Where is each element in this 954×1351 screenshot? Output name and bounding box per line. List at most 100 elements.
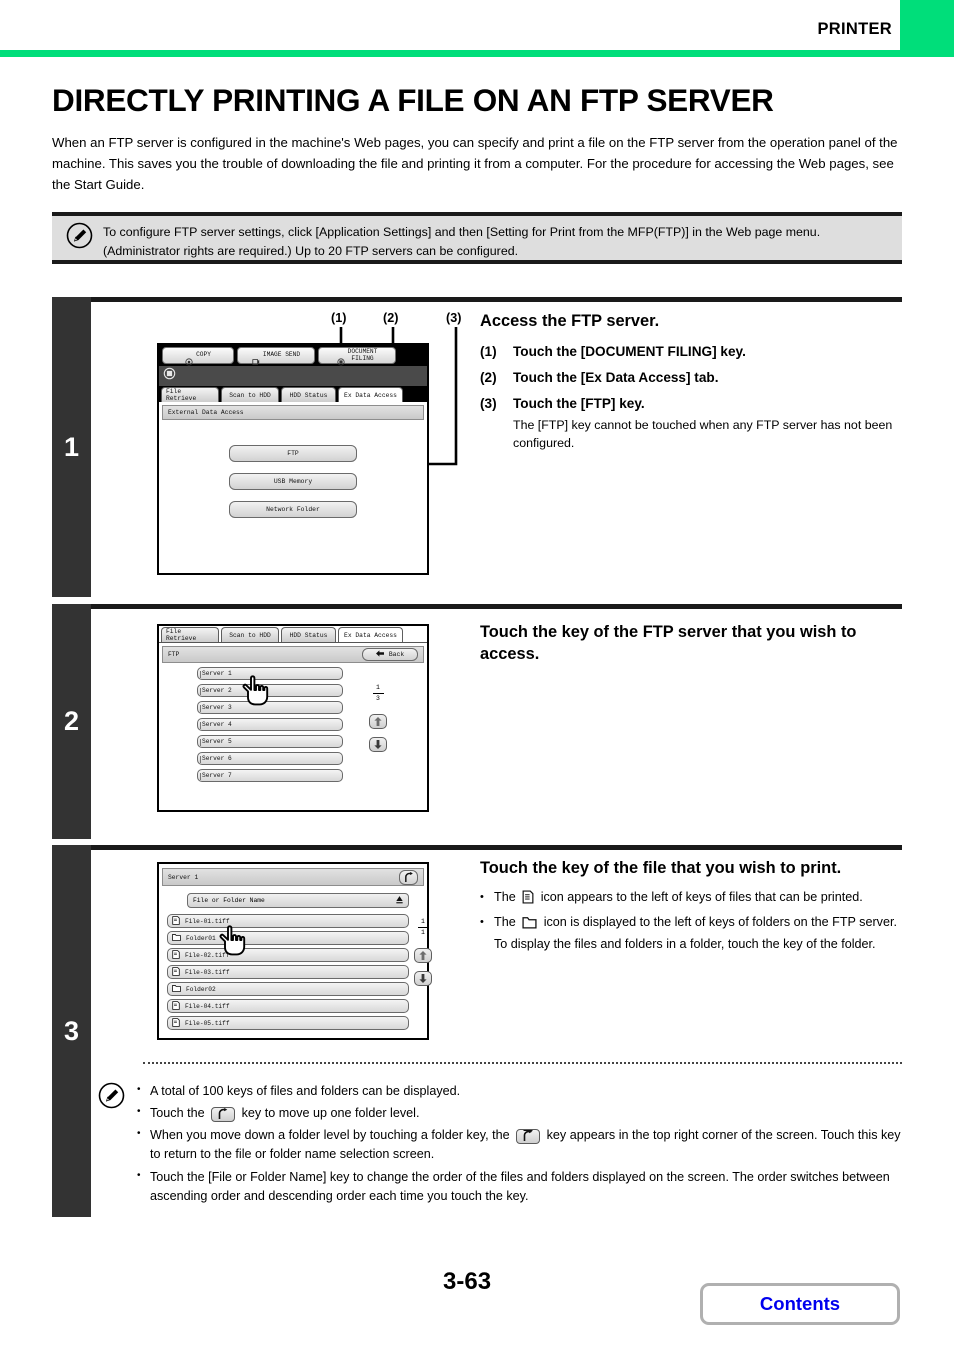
page-down-button[interactable] xyxy=(369,736,387,752)
mode-key-copy-label: COPY xyxy=(196,351,211,359)
file-list: File-01.tiff Folder01 File-02.tiff File-… xyxy=(167,914,409,1030)
page-header: PRINTER xyxy=(0,0,954,57)
server-key-6[interactable]: Server 6 xyxy=(197,752,343,765)
server-key-1-label: Server 1 xyxy=(202,670,232,677)
ftp-button[interactable]: FTP xyxy=(229,445,357,462)
server-key-2[interactable]: Server 2 xyxy=(197,684,343,697)
file-entry-5[interactable]: Folder02 xyxy=(167,982,409,996)
file-entry-7[interactable]: File-05.tiff xyxy=(167,1016,409,1030)
sort-header-label: File or Folder Name xyxy=(193,897,265,904)
return-up-button[interactable] xyxy=(399,869,418,885)
pencil-note-icon xyxy=(98,1082,125,1109)
file-entry-6[interactable]: File-04.tiff xyxy=(167,999,409,1013)
server-key-4[interactable]: Server 4 xyxy=(197,718,343,731)
page-current: 1 xyxy=(421,918,425,925)
network-folder-button[interactable]: Network Folder xyxy=(229,501,357,518)
mode-key-image-send[interactable]: IMAGE SEND xyxy=(237,347,315,365)
substep-3-note: The [FTP] key cannot be touched when any… xyxy=(513,417,893,451)
folder-icon xyxy=(522,916,537,935)
tab-ex-data-access[interactable]: Ex Data Access xyxy=(338,627,403,642)
file-entry-6-label: File-04.tiff xyxy=(185,1002,230,1010)
page-current: 1 xyxy=(376,684,380,691)
lcd-tab-row: File Retrieve Scan to HDD HDD Status Ex … xyxy=(159,626,427,643)
bullet-dot: • xyxy=(480,890,484,903)
intro-paragraph: When an FTP server is configured in the … xyxy=(52,135,898,192)
tab-file-retrieve-label: File Retrieve xyxy=(166,628,197,642)
document-filing-icon xyxy=(337,352,345,366)
tab-file-retrieve[interactable]: File Retrieve xyxy=(161,627,219,642)
lcd-title-text: Server 1 xyxy=(168,873,199,881)
header-accent-rule xyxy=(0,50,954,57)
step1-instructions: Access the FTP server. (1) Touch the [DO… xyxy=(480,311,900,453)
step1-heading: Access the FTP server. xyxy=(480,312,660,330)
bullet-dot: • xyxy=(480,915,484,928)
server-key-1[interactable]: Server 1 xyxy=(197,667,343,680)
page-total: 3 xyxy=(376,695,380,703)
lcd-screen-step1: COPY IMAGE SEND DOCUMENT FILING File Ret… xyxy=(157,343,429,575)
sort-header-key[interactable]: File or Folder Name xyxy=(187,893,409,908)
page-down-button[interactable] xyxy=(414,970,432,986)
server-key-3[interactable]: Server 3 xyxy=(197,701,343,714)
lcd-screen-step3: Server 1 File or Folder Name File-01.tif… xyxy=(157,862,432,1040)
file-entry-2[interactable]: Folder01 xyxy=(167,931,409,945)
mode-key-document-filing[interactable]: DOCUMENT FILING xyxy=(318,347,396,366)
usb-memory-button-label: USB Memory xyxy=(273,478,313,485)
bottom-note-item-1: • A total of 100 keys of files and folde… xyxy=(137,1082,904,1101)
file-entry-3[interactable]: File-02.tiff xyxy=(167,948,409,962)
return-up-icon xyxy=(211,1106,236,1122)
bottom-note-item-2-pre: Touch the xyxy=(150,1106,205,1121)
copy-icon xyxy=(185,352,193,366)
network-folder-button-label: Network Folder xyxy=(266,506,320,513)
bottom-note-list: • A total of 100 keys of files and folde… xyxy=(137,1082,904,1209)
tab-file-retrieve[interactable]: File Retrieve xyxy=(161,387,219,402)
tab-scan-to-hdd[interactable]: Scan to HDD xyxy=(221,387,279,402)
page-number: 3-63 xyxy=(443,1268,492,1295)
callout-label-2: (2) xyxy=(383,311,399,325)
bottom-note-item-4: • Touch the [File or Folder Name] key to… xyxy=(137,1168,904,1206)
step2-instructions: Touch the key of the FTP server that you… xyxy=(480,622,900,665)
step3-bullet-2-post: icon is displayed to the left of keys of… xyxy=(494,914,897,951)
lcd-mode-bar: COPY IMAGE SEND DOCUMENT FILING xyxy=(159,345,427,366)
back-button[interactable]: Back xyxy=(362,648,418,661)
note-divider xyxy=(143,1062,902,1064)
file-entry-2-label: Folder01 xyxy=(186,934,216,942)
tab-ex-data-access[interactable]: Ex Data Access xyxy=(338,387,403,402)
usb-memory-button[interactable]: USB Memory xyxy=(229,473,357,490)
bottom-note-block: • A total of 100 keys of files and folde… xyxy=(98,1082,904,1209)
mode-key-document-filing-label: DOCUMENT FILING xyxy=(347,348,378,362)
substep-3: (3) Touch the [FTP] key. xyxy=(480,396,900,411)
contents-button[interactable]: Contents xyxy=(700,1283,900,1325)
server-key-5-label: Server 5 xyxy=(202,738,232,745)
tab-scan-to-hdd[interactable]: Scan to HDD xyxy=(221,627,279,642)
server-key-4-label: Server 4 xyxy=(202,721,232,728)
tab-scan-to-hdd-label: Scan to HDD xyxy=(229,631,271,639)
tab-hdd-status[interactable]: HDD Status xyxy=(281,387,336,402)
server-key-6-label: Server 6 xyxy=(202,755,232,762)
file-entry-1[interactable]: File-01.tiff xyxy=(167,914,409,928)
pencil-note-icon xyxy=(66,222,93,249)
file-icon xyxy=(522,890,534,910)
tab-hdd-status[interactable]: HDD Status xyxy=(281,627,336,642)
server-key-7-label: Server 7 xyxy=(202,772,232,779)
step3-bullet-2-pre: The xyxy=(494,914,516,929)
page-up-button[interactable] xyxy=(414,947,432,963)
page-up-button[interactable] xyxy=(369,713,387,729)
lcd-screen-step2: File Retrieve Scan to HDD HDD Status Ex … xyxy=(157,624,429,812)
server-key-7[interactable]: Server 7 xyxy=(197,769,343,782)
mode-key-copy[interactable]: COPY xyxy=(162,347,234,366)
lcd-title-bar-step1: External Data Access xyxy=(162,405,424,420)
step-number-2: 2 xyxy=(52,604,91,839)
lcd-title-text: External Data Access xyxy=(168,409,244,416)
file-entry-4[interactable]: File-03.tiff xyxy=(167,965,409,979)
step-block-1: 1 (1) (2) (3) COPY IMAGE SEND DOCUMENT F… xyxy=(52,297,902,597)
tab-ex-data-access-label: Ex Data Access xyxy=(344,631,397,639)
ftp-button-label: FTP xyxy=(287,450,299,457)
substep-1: (1) Touch the [DOCUMENT FILING] key. xyxy=(480,344,900,359)
server-key-5[interactable]: Server 5 xyxy=(197,735,343,748)
substep-1-text: Touch the [DOCUMENT FILING] key. xyxy=(513,343,746,359)
tab-hdd-status-label: HDD Status xyxy=(289,391,328,399)
folder-icon xyxy=(172,933,181,943)
file-icon xyxy=(172,915,180,927)
lcd-title-text: FTP xyxy=(168,651,180,658)
lcd-title-bar-step3: Server 1 xyxy=(162,868,424,886)
